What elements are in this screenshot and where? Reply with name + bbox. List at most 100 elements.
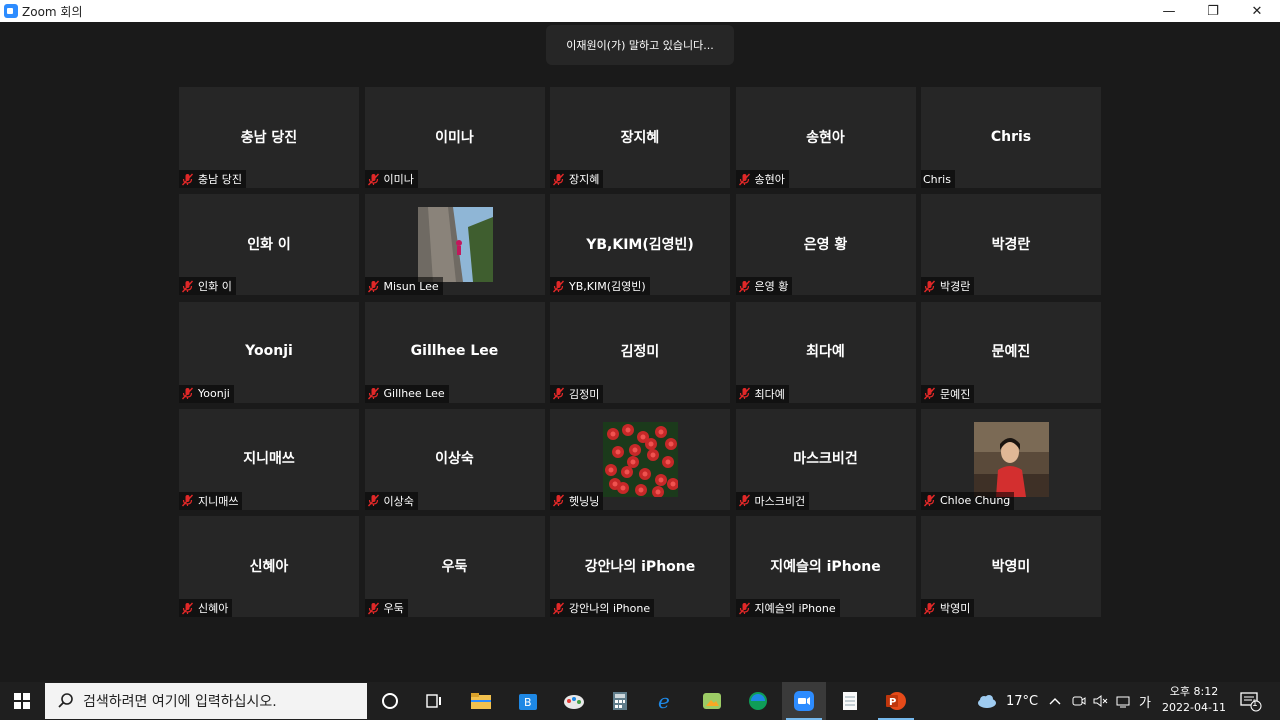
calculator-button[interactable] — [598, 682, 642, 720]
participant-tile[interactable]: 인화 이 인화 이 — [179, 194, 359, 296]
zoom-app-icon — [4, 4, 18, 18]
participant-tile[interactable]: YB,KIM(김영빈) YB,KIM(김영빈) — [550, 194, 730, 296]
participant-name: 은영 황 — [754, 280, 789, 294]
participant-name-label: 지예슬의 iPhone — [735, 599, 840, 618]
participant-tile[interactable]: 은영 황 은영 황 — [735, 194, 916, 296]
cortana-button[interactable] — [368, 682, 412, 720]
tray-chevron-button[interactable] — [1049, 682, 1061, 720]
clock-date: 2022-04-11 — [1162, 701, 1226, 714]
mic-muted-icon — [552, 602, 565, 615]
participant-tile[interactable]: Yoonji Yoonji — [179, 301, 359, 403]
chevron-up-icon — [1049, 698, 1061, 705]
participant-name-label: 박경란 — [921, 277, 975, 296]
participant-tile[interactable]: 이상숙 이상숙 — [364, 408, 545, 510]
svg-text:P: P — [889, 697, 896, 708]
participant-tile[interactable]: 문예진 문예진 — [921, 301, 1101, 403]
mic-muted-icon — [923, 387, 936, 400]
participant-tile[interactable]: Misun Lee — [364, 194, 545, 296]
participant-name-label: 박영미 — [921, 599, 975, 618]
participant-name: Yoonji — [198, 387, 230, 401]
volume-button[interactable] — [1093, 682, 1109, 720]
action-center-button[interactable]: 1 — [1240, 682, 1262, 720]
network-button[interactable] — [1115, 682, 1131, 720]
participant-tile[interactable]: 송현아 송현아 — [735, 87, 916, 188]
internet-explorer-button[interactable]: e — [644, 682, 688, 720]
close-button[interactable]: ✕ — [1236, 0, 1278, 22]
mic-muted-icon — [552, 173, 565, 185]
weather-temp: 17°C — [1006, 693, 1039, 709]
windows-icon — [14, 693, 30, 709]
search-icon — [58, 693, 73, 708]
paint-button[interactable] — [552, 682, 596, 720]
participant-name: Misun Lee — [383, 279, 439, 293]
minimize-button[interactable]: — — [1148, 0, 1190, 22]
file-explorer-button[interactable] — [459, 682, 503, 720]
mic-muted-icon — [552, 387, 565, 400]
powerpoint-button[interactable]: P — [874, 682, 918, 720]
svg-text:B: B — [524, 696, 532, 709]
participant-name-label: 송현아 — [735, 170, 789, 188]
participant-name: 이상숙 — [383, 494, 414, 508]
participant-name: 문예진 — [940, 387, 971, 401]
participant-tile[interactable]: Gillhee Lee Gillhee Lee — [364, 301, 545, 403]
participant-tile[interactable]: 마스크비건 마스크비건 — [735, 408, 916, 510]
participant-name: 박영미 — [940, 602, 971, 616]
participant-tile[interactable]: 박영미 박영미 — [921, 516, 1101, 618]
participant-name-label: 문예진 — [921, 384, 975, 403]
participant-name: 박경란 — [940, 280, 971, 294]
tray-meet-button[interactable] — [1072, 682, 1086, 720]
participant-tile[interactable]: 신혜아 신혜아 — [179, 516, 359, 618]
participant-tile[interactable]: 장지혜 장지혜 — [550, 87, 730, 188]
meeting-stage: 이재원이(가) 말하고 있습니다... 충남 당진 충남 당진 이미나 이미나 장지혜 장… — [0, 22, 1280, 682]
ime-indicator[interactable]: 가 — [1139, 682, 1151, 720]
participant-name-label: 충남 당진 — [179, 170, 246, 188]
store-icon: B — [519, 694, 537, 710]
mic-muted-icon — [738, 602, 750, 615]
edge-button[interactable] — [736, 682, 780, 720]
mic-muted-icon — [923, 280, 936, 293]
start-button[interactable] — [0, 682, 44, 720]
participant-name: YB,KIM(김영빈) — [569, 280, 646, 294]
notification-icon — [1240, 692, 1262, 712]
maximize-button[interactable]: ❐ — [1192, 0, 1234, 22]
clock-time: 오후 8:12 — [1169, 685, 1219, 698]
participant-tile[interactable]: 박경란 박경란 — [921, 194, 1101, 296]
participant-tile[interactable]: 충남 당진 충남 당진 — [179, 87, 359, 188]
participant-tile[interactable]: 최다예 최다예 — [735, 301, 916, 403]
photo-icon — [703, 693, 721, 709]
mic-muted-icon — [367, 173, 379, 185]
participant-tile[interactable]: Chloe Chung — [921, 408, 1101, 510]
store-button[interactable]: B — [506, 682, 550, 720]
mic-muted-icon — [552, 280, 565, 293]
participant-tile[interactable]: 우둑 우둑 — [364, 516, 545, 618]
participant-name: 장지혜 — [569, 173, 600, 186]
search-placeholder: 검색하려면 여기에 입력하십시오. — [83, 694, 277, 710]
weather-widget[interactable]: 17°C — [976, 682, 1038, 720]
file-explorer-icon — [471, 693, 491, 709]
clock[interactable]: 오후 8:12 2022-04-11 — [1158, 684, 1230, 716]
participant-name: Chris — [923, 172, 951, 186]
participant-name: 인화 이 — [198, 280, 232, 294]
participant-name-label: 김정미 — [550, 384, 604, 403]
participant-name: 강안나의 iPhone — [569, 602, 651, 616]
participant-tile[interactable]: 지예슬의 iPhone 지예슬의 iPhone — [735, 516, 916, 618]
participant-name: 송현아 — [754, 173, 785, 186]
participant-tile[interactable]: 헷닝닝 — [550, 408, 730, 510]
zoom-taskbar-button[interactable] — [782, 682, 826, 720]
photos-button[interactable] — [690, 682, 734, 720]
participant-name: 우둑 — [383, 602, 404, 616]
notepad-button[interactable] — [828, 682, 872, 720]
mic-muted-icon — [738, 387, 750, 400]
participant-name: 충남 당진 — [198, 173, 242, 186]
participant-name-label: Chloe Chung — [921, 491, 1015, 510]
mic-muted-icon — [181, 387, 194, 400]
participant-tile[interactable]: 지니매쓰 지니매쓰 — [179, 408, 359, 510]
participant-tile[interactable]: Chris Chris — [921, 87, 1101, 188]
taskbar-search-box[interactable]: 검색하려면 여기에 입력하십시오. — [45, 683, 367, 719]
participant-photo — [417, 207, 493, 283]
paint-icon — [564, 695, 584, 709]
task-view-button[interactable] — [412, 682, 456, 720]
participant-tile[interactable]: 이미나 이미나 — [364, 87, 545, 188]
participant-tile[interactable]: 김정미 김정미 — [550, 301, 730, 403]
participant-tile[interactable]: 강안나의 iPhone 강안나의 iPhone — [550, 516, 730, 618]
